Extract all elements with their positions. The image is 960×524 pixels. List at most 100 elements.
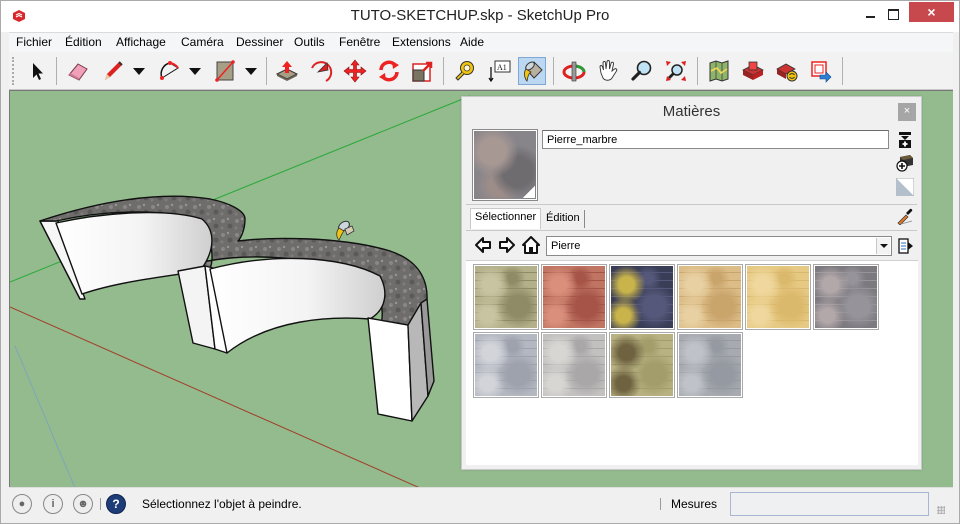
add-location-button[interactable] [705, 57, 733, 85]
orbit-icon [562, 61, 586, 82]
rectangle-dropdown-arrow[interactable] [245, 68, 257, 75]
home-icon[interactable] [522, 235, 540, 255]
sample-paint-eyedropper-icon[interactable] [896, 207, 914, 225]
curved-wall-model[interactable] [39, 195, 435, 422]
current-material-preview[interactable] [472, 129, 538, 201]
zoom-extents-tool-button[interactable] [662, 57, 690, 85]
extension-warehouse-button[interactable] [807, 57, 835, 85]
user-account-icon[interactable]: ☻ [73, 494, 93, 514]
menu-aide[interactable]: Aide [460, 35, 484, 49]
menu-camera[interactable]: Caméra [181, 35, 224, 49]
scale-tool-button[interactable] [409, 57, 437, 85]
paint-bucket-tool-button[interactable] [518, 57, 546, 85]
swatch-texture [611, 266, 673, 328]
tab-edition[interactable]: Édition [542, 210, 585, 228]
zoom-extents-icon [666, 61, 686, 81]
details-menu-icon[interactable] [896, 237, 914, 255]
toolbar-separator [842, 57, 843, 85]
blue-axis [14, 345, 76, 487]
toolbar-separator [266, 57, 267, 85]
menu-extensions[interactable]: Extensions [392, 35, 451, 49]
menu-fenetre[interactable]: Fenêtre [339, 35, 380, 49]
eraser-icon [68, 63, 88, 81]
maximize-button[interactable] [881, 4, 907, 24]
materials-panel: Matières × Sélectionner Édition [461, 96, 922, 470]
tape-measure-tool-button[interactable] [451, 57, 479, 85]
arc-tool-button[interactable] [155, 57, 183, 85]
arc-icon [160, 61, 179, 80]
resize-grip[interactable] [937, 506, 945, 514]
display-secondary-pane-icon[interactable] [896, 131, 914, 149]
move-tool-button[interactable] [341, 57, 369, 85]
material-swatch-stone-red-brick[interactable] [541, 264, 607, 330]
material-swatch-stone-ledge[interactable] [473, 264, 539, 330]
minimize-button[interactable] [860, 4, 882, 24]
geo-location-icon[interactable]: ● [12, 494, 32, 514]
menu-affichage[interactable]: Affichage [116, 35, 166, 49]
default-material-icon[interactable] [896, 178, 914, 196]
menu-dessiner[interactable]: Dessiner [236, 35, 283, 49]
rectangle-tool-button[interactable] [211, 57, 239, 85]
help-icon[interactable]: ? [106, 494, 126, 514]
tab-selectionner[interactable]: Sélectionner [470, 208, 542, 229]
status-bar: ● i ☻ ? Sélectionnez l'objet à peindre. … [9, 487, 953, 519]
create-material-icon[interactable] [896, 154, 914, 172]
menu-fichier[interactable]: Fichier [16, 35, 52, 49]
collection-dropdown[interactable]: Pierre [546, 236, 892, 256]
material-swatch-stone-flagstone-green[interactable] [609, 332, 675, 398]
pencil-dropdown-arrow[interactable] [133, 68, 145, 75]
follow-me-tool-button[interactable] [307, 57, 335, 85]
measurements-label: Mesures [671, 497, 718, 511]
toolbar-separator [697, 57, 698, 85]
rectangle-icon [215, 60, 235, 82]
pan-tool-button[interactable] [594, 57, 622, 85]
pencil-tool-button[interactable] [99, 57, 127, 85]
toolbar-grip[interactable] [12, 57, 14, 85]
forward-arrow-icon[interactable] [498, 235, 516, 255]
share-model-icon [776, 63, 798, 82]
material-swatch-stone-marble-blue-grey[interactable] [473, 332, 539, 398]
material-swatch-stone-sandstone-blocks[interactable] [677, 264, 743, 330]
material-swatch-stone-granite-dark[interactable] [609, 264, 675, 330]
rotate-tool-button[interactable] [375, 57, 403, 85]
map-icon [709, 60, 729, 82]
3d-warehouse-button[interactable] [739, 57, 767, 85]
zoom-tool-button[interactable] [628, 57, 656, 85]
panel-divider [466, 230, 917, 231]
material-swatch-stone-tiles-grey[interactable] [541, 332, 607, 398]
share-model-button[interactable] [773, 57, 801, 85]
paint-bucket-icon [524, 61, 543, 82]
follow-me-icon [311, 61, 333, 82]
chevron-down-icon[interactable] [876, 238, 890, 254]
menu-outils[interactable]: Outils [294, 35, 325, 49]
pencil-icon [105, 61, 123, 80]
material-swatch-stone-sand-yellow[interactable] [745, 264, 811, 330]
push-pull-tool-button[interactable] [273, 57, 301, 85]
close-button[interactable]: × [909, 2, 954, 22]
text-label-icon: A1 [488, 60, 511, 83]
swatch-texture [679, 334, 741, 396]
back-arrow-icon[interactable] [474, 235, 492, 255]
arc-dropdown-arrow[interactable] [189, 68, 201, 75]
title-bar: TUTO-SKETCHUP.skp - SketchUp Pro × [1, 1, 959, 32]
eraser-tool-button[interactable] [64, 57, 92, 85]
material-swatch-stone-marble-grey[interactable] [813, 264, 879, 330]
material-name-input[interactable] [542, 130, 889, 149]
status-message: Sélectionnez l'objet à peindre. [142, 497, 302, 511]
scale-icon [412, 61, 433, 82]
material-swatch-stone-slate-grey[interactable] [677, 332, 743, 398]
swatch-texture [475, 266, 537, 328]
collection-selected-value: Pierre [551, 240, 581, 252]
hand-icon [599, 60, 618, 81]
text-tool-button[interactable]: A1 [485, 57, 513, 85]
material-swatch-grid [466, 260, 918, 465]
measurements-input[interactable] [730, 492, 929, 516]
status-separator [660, 498, 661, 510]
materials-panel-close-button[interactable]: × [898, 103, 916, 121]
menu-edition[interactable]: Édition [65, 35, 102, 49]
orbit-tool-button[interactable] [560, 57, 588, 85]
select-tool-button[interactable] [23, 57, 51, 85]
status-separator [100, 498, 101, 510]
swatch-texture [747, 266, 809, 328]
credits-info-icon[interactable]: i [43, 494, 63, 514]
